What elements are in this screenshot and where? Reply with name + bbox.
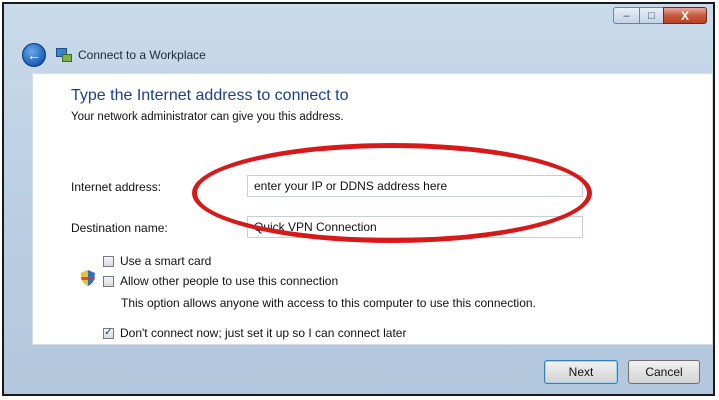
page-subtext: Your network administrator can give you … [71, 111, 344, 123]
internet-address-label: Internet address: [71, 180, 162, 194]
next-button[interactable]: Next [544, 360, 618, 384]
window-controls: – □ X [613, 7, 707, 25]
page-heading: Type the Internet address to connect to [71, 87, 349, 104]
window-title: Connect to a Workplace [78, 48, 206, 62]
smart-card-option[interactable]: Use a smart card [103, 254, 211, 268]
cancel-button[interactable]: Cancel [628, 360, 700, 384]
allow-others-checkbox[interactable] [103, 275, 114, 287]
destination-name-label: Destination name: [71, 221, 168, 235]
maximize-button[interactable]: □ [639, 7, 663, 24]
allow-others-option[interactable]: Allow other people to use this connectio… [103, 274, 338, 288]
network-connection-icon [56, 47, 72, 63]
smart-card-checkbox[interactable] [103, 255, 114, 267]
close-button[interactable]: X [663, 7, 707, 24]
minimize-button[interactable]: – [613, 7, 639, 24]
dont-connect-option[interactable]: ✓ Don't connect now; just set it up so I… [103, 326, 406, 340]
wizard-content-panel: Type the Internet address to connect to … [32, 73, 713, 345]
back-arrow-icon[interactable]: ← [22, 43, 46, 67]
wizard-window: – □ X ← Connect to a Workplace Type the … [2, 2, 715, 396]
allow-others-note: This option allows anyone with access to… [121, 296, 536, 310]
smart-card-label: Use a smart card [120, 254, 212, 268]
internet-address-input[interactable] [247, 175, 583, 197]
dont-connect-checkbox[interactable]: ✓ [103, 327, 114, 339]
destination-name-input[interactable] [247, 216, 583, 238]
uac-shield-icon [81, 270, 95, 286]
dont-connect-label: Don't connect now; just set it up so I c… [120, 326, 407, 340]
wizard-header: ← Connect to a Workplace [22, 40, 206, 70]
allow-others-label: Allow other people to use this connectio… [120, 274, 339, 288]
